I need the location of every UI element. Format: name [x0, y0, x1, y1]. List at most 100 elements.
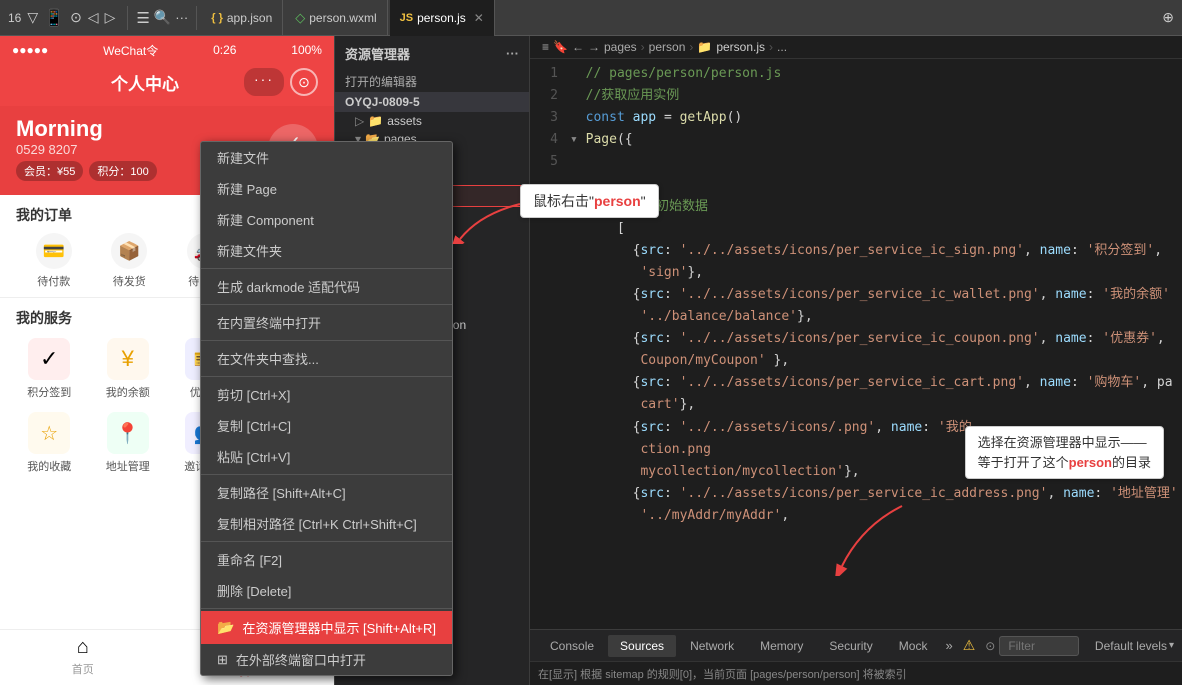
- code-line-2: //获取应用实例: [570, 85, 1166, 107]
- code-line-1: // pages/person/person.js: [570, 63, 1166, 85]
- orders-title: 我的订单: [16, 205, 72, 225]
- service-favorites-label: 我的收藏: [27, 458, 71, 474]
- toolbar-icon-camera[interactable]: ⊙: [70, 9, 82, 26]
- code-line-14: Coupon/myCoupon' },: [570, 350, 1166, 372]
- nav-home-label: 首页: [72, 661, 94, 677]
- explorer-title: 资源管理器: [345, 44, 410, 63]
- breadcrumb-back[interactable]: ←: [572, 40, 584, 54]
- explorer-more-icon[interactable]: ···: [506, 46, 519, 61]
- order-item-ship[interactable]: 📦 待发货: [111, 233, 147, 289]
- menu-paste[interactable]: 粘贴 [Ctrl+V]: [201, 441, 452, 472]
- phone-carrier: WeChat令: [103, 42, 158, 59]
- menu-delete[interactable]: 删除 [Delete]: [201, 575, 452, 606]
- service-address[interactable]: 📍 地址管理: [95, 412, 162, 474]
- tab-wxml-icon: ◇: [295, 10, 305, 26]
- devtools-memory-tab[interactable]: Memory: [748, 635, 815, 657]
- default-levels-label: Default levels: [1095, 639, 1167, 653]
- toolbar-plus-icon[interactable]: ⊕: [1162, 9, 1174, 26]
- nav-home[interactable]: ⌂ 首页: [72, 636, 94, 679]
- context-menu: 新建文件 新建 Page 新建 Component 新建文件夹 生成 darkm…: [200, 141, 453, 676]
- assets-folder-icon: 📁: [368, 114, 383, 128]
- morning-tag2: 积分：100: [89, 161, 156, 181]
- breadcrumb-bookmark[interactable]: 🔖: [553, 40, 568, 54]
- toolbar-icon-right[interactable]: ▷: [105, 9, 116, 26]
- toolbar-icon-more[interactable]: ···: [175, 10, 188, 25]
- toolbar-icon-left[interactable]: ◁: [88, 9, 99, 26]
- line-numbers: 1 2 3 4 5 7: [530, 63, 570, 625]
- devtools-console-tab[interactable]: Console: [538, 635, 606, 657]
- bottom-info-bar: 在[显示] 根据 sitemap 的规则[0]，当前页面 [pages/pers…: [530, 661, 1182, 685]
- tab-person-wxml[interactable]: ◇ person.wxml: [285, 0, 387, 36]
- filter-icon: ⊙: [985, 639, 995, 653]
- morning-tag1: 会员：¥55: [16, 161, 83, 181]
- devtools-security-tab[interactable]: Security: [817, 635, 884, 657]
- service-balance[interactable]: ¥ 我的余额: [95, 338, 162, 400]
- tab-close-icon[interactable]: ✕: [474, 11, 484, 25]
- service-favorites[interactable]: ☆ 我的收藏: [16, 412, 83, 474]
- code-line-3: const app = getApp(): [570, 107, 1166, 129]
- code-line-13: {src: '../../assets/icons/per_service_ic…: [570, 328, 1166, 350]
- menu-copy-path[interactable]: 复制路径 [Shift+Alt+C]: [201, 477, 452, 508]
- menu-new-file[interactable]: 新建文件: [201, 142, 452, 173]
- morning-subtitle: 0529 8207: [16, 142, 157, 157]
- toolbar-icon-phone[interactable]: 📱: [44, 8, 64, 28]
- default-levels[interactable]: Default levels ▾: [1095, 639, 1174, 653]
- devtools-mock-tab[interactable]: Mock: [887, 635, 940, 657]
- breadcrumb-forward[interactable]: →: [588, 40, 600, 54]
- chevron-down-icon: ▾: [1169, 640, 1174, 651]
- bottom-info-text: 在[显示] 根据 sitemap 的规则[0]，当前页面 [pages/pers…: [538, 666, 907, 682]
- phone-time: 0:26: [213, 43, 236, 57]
- tab-json-icon: { }: [211, 12, 223, 24]
- assets-expand-icon: ▷: [355, 114, 364, 128]
- toolbar-icon-list[interactable]: ☰: [136, 9, 149, 27]
- menu-cut[interactable]: 剪切 [Ctrl+X]: [201, 379, 452, 410]
- tab-js-icon: JS: [400, 12, 413, 24]
- menu-new-folder[interactable]: 新建文件夹: [201, 235, 452, 266]
- menu-show-in-explorer[interactable]: 📂 在资源管理器中显示 [Shift+Alt+R]: [201, 611, 452, 644]
- code-line-12: '../balance/balance'},: [570, 306, 1166, 328]
- tab-person-js[interactable]: JS person.js ✕: [390, 0, 495, 36]
- phone-signal: ●●●●●: [12, 43, 48, 57]
- menu-new-page[interactable]: 新建 Page: [201, 173, 452, 204]
- menu-copy-relative[interactable]: 复制相对路径 [Ctrl+K Ctrl+Shift+C]: [201, 508, 452, 539]
- phone-status-bar: ●●●●● WeChat令 0:26 100%: [0, 36, 334, 64]
- order-ship-label: 待发货: [113, 273, 146, 289]
- toolbar-icon-backward[interactable]: ▽: [27, 9, 38, 26]
- devtools-more-icon[interactable]: »: [941, 638, 956, 653]
- open-editors-section[interactable]: 打开的编辑器: [335, 71, 529, 92]
- project-name: OYQJ-0809-5: [345, 95, 420, 109]
- menu-copy[interactable]: 复制 [Ctrl+C]: [201, 410, 452, 441]
- phone-scan-btn[interactable]: ⊙: [290, 68, 318, 96]
- tree-assets[interactable]: ▷ 📁 assets: [335, 112, 529, 130]
- order-item-pay[interactable]: 💳 待付款: [36, 233, 72, 289]
- code-line-7: * 页面的初始数据: [570, 196, 1166, 218]
- menu-new-component[interactable]: 新建 Component: [201, 204, 452, 235]
- code-content: // pages/person/person.js //获取应用实例 const…: [570, 63, 1182, 625]
- service-checkin[interactable]: ✓ 积分签到: [16, 338, 83, 400]
- tab-app-json[interactable]: { } app.json: [201, 0, 283, 36]
- phone-dots-btn[interactable]: ···: [244, 68, 284, 96]
- code-line-9: {src: '../../assets/icons/per_service_ic…: [570, 240, 1166, 262]
- menu-open-external[interactable]: ⊞ 在外部终端窗口中打开: [201, 644, 452, 675]
- home-icon: ⌂: [77, 636, 89, 659]
- menu-darkmode[interactable]: 生成 darkmode 适配代码: [201, 271, 452, 302]
- menu-open-terminal[interactable]: 在内置终端中打开: [201, 307, 452, 338]
- code-editor[interactable]: 1 2 3 4 5 7 // pages/perso: [530, 59, 1182, 629]
- devtools-sources-tab[interactable]: Sources: [608, 635, 676, 657]
- devtools-filter-input[interactable]: [999, 636, 1079, 656]
- toolbar-icon-search[interactable]: 🔍: [154, 9, 171, 26]
- tab-wxml-label: person.wxml: [309, 11, 376, 25]
- devtools-filter-area: ⊙: [985, 636, 1079, 656]
- project-section[interactable]: OYQJ-0809-5: [335, 92, 529, 112]
- breadcrumb-sep1: ›: [641, 40, 645, 54]
- breadcrumb-person: person: [649, 40, 686, 54]
- devtools-network-tab[interactable]: Network: [678, 635, 746, 657]
- breadcrumb-icon[interactable]: ≡: [542, 40, 549, 54]
- devtools-warning-icon: ⚠: [963, 637, 976, 654]
- menu-rename[interactable]: 重命名 [F2]: [201, 544, 452, 575]
- tab-json-label: app.json: [227, 11, 272, 25]
- show-explorer-label: 在资源管理器中显示 [Shift+Alt+R]: [242, 618, 436, 637]
- breadcrumb-personjs: person.js: [716, 40, 765, 54]
- menu-find-in-folder[interactable]: 在文件夹中查找...: [201, 343, 452, 374]
- editor-panel: ≡ 🔖 ← → pages › person › 📁 person.js › .…: [530, 36, 1182, 685]
